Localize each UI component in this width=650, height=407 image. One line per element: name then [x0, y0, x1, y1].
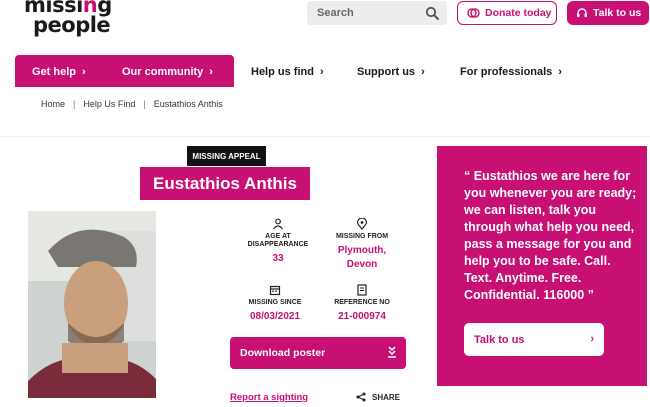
- chevron-right-icon: ›: [319, 66, 324, 78]
- download-poster-button[interactable]: Download poster: [230, 337, 406, 369]
- info-missing-from: MISSING FROM Plymouth, Devon: [325, 218, 399, 272]
- share-button[interactable]: SHARE: [356, 392, 400, 402]
- person-icon: [273, 218, 283, 230]
- age-label-line2: DISAPPEARANCE: [247, 241, 309, 248]
- nav-support-us[interactable]: Support us ›: [357, 66, 425, 78]
- chevron-right-icon: ›: [209, 66, 213, 78]
- donate-icon: [467, 8, 480, 18]
- document-icon: [357, 284, 367, 296]
- info-missing-since: MISSING SINCE 08/03/2021: [240, 284, 310, 324]
- info-reference: REFERENCE NO 21-000974: [326, 284, 398, 324]
- nav-for-professionals[interactable]: For professionals ›: [460, 66, 562, 78]
- breadcrumb: Home | Help Us Find | Eustathios Anthis: [41, 99, 223, 109]
- nav-our-community[interactable]: Our community ›: [122, 66, 213, 78]
- chevron-right-icon: ›: [421, 66, 425, 78]
- since-label: MISSING SINCE: [248, 299, 302, 306]
- share-icon: [356, 392, 366, 402]
- talk-panel-label: Talk to us: [474, 333, 525, 346]
- nav-label: For professionals: [460, 66, 553, 78]
- nav-get-help[interactable]: Get help ›: [32, 66, 86, 78]
- talk-to-us-panel-button[interactable]: Talk to us ›: [464, 323, 604, 356]
- nav-label: Help us find: [251, 66, 314, 78]
- chevron-right-icon: ›: [590, 333, 594, 345]
- donate-label: Donate today: [485, 7, 552, 19]
- talk-to-us-header-button[interactable]: Talk to us: [567, 1, 649, 25]
- info-age: AGE AT DISAPPEARANCE 33: [243, 218, 313, 266]
- nav-label: Support us: [357, 66, 416, 78]
- search-icon[interactable]: [425, 6, 439, 20]
- from-value-line2: Devon: [346, 259, 378, 270]
- download-icon: [388, 346, 396, 358]
- age-value: 33: [272, 253, 284, 264]
- donate-button[interactable]: Donate today: [457, 1, 557, 25]
- support-message: “ Eustathios we are here for you wheneve…: [464, 169, 637, 302]
- search-box[interactable]: [307, 1, 447, 25]
- report-sighting-link[interactable]: Report a sighting: [230, 392, 308, 403]
- person-name: Eustathios Anthis: [140, 167, 310, 200]
- breadcrumb-current: Eustathios Anthis: [153, 99, 223, 109]
- search-input[interactable]: [317, 7, 417, 19]
- breadcrumb-home[interactable]: Home: [41, 99, 65, 109]
- age-label-line1: AGE AT: [265, 233, 291, 240]
- since-value: 08/03/2021: [249, 311, 301, 322]
- site-logo[interactable]: missing people: [24, 0, 134, 38]
- divider: [0, 136, 650, 137]
- ref-label: REFERENCE NO: [334, 299, 390, 306]
- nav-help-us-find[interactable]: Help us find ›: [251, 66, 324, 78]
- download-poster-label: Download poster: [240, 347, 326, 359]
- share-label: SHARE: [372, 392, 401, 402]
- person-photo: [28, 211, 156, 398]
- location-pin-icon: [356, 218, 368, 230]
- breadcrumb-separator: |: [143, 99, 146, 109]
- ref-value: 21-000974: [338, 311, 386, 322]
- calendar-icon: [269, 285, 281, 296]
- from-value-line1: Plymouth,: [337, 245, 387, 256]
- headset-icon: [577, 8, 587, 17]
- logo-word-people: people: [33, 13, 111, 37]
- appeal-tag: MISSING APPEAL: [187, 146, 266, 166]
- chevron-right-icon: ›: [82, 66, 86, 78]
- nav-label: Our community: [122, 66, 204, 78]
- breadcrumb-help-us-find[interactable]: Help Us Find: [83, 99, 135, 109]
- talk-label: Talk to us: [593, 7, 642, 19]
- from-label: MISSING FROM: [335, 233, 389, 240]
- breadcrumb-separator: |: [73, 99, 76, 109]
- nav-label: Get help: [32, 66, 77, 78]
- chevron-right-icon: ›: [558, 66, 562, 78]
